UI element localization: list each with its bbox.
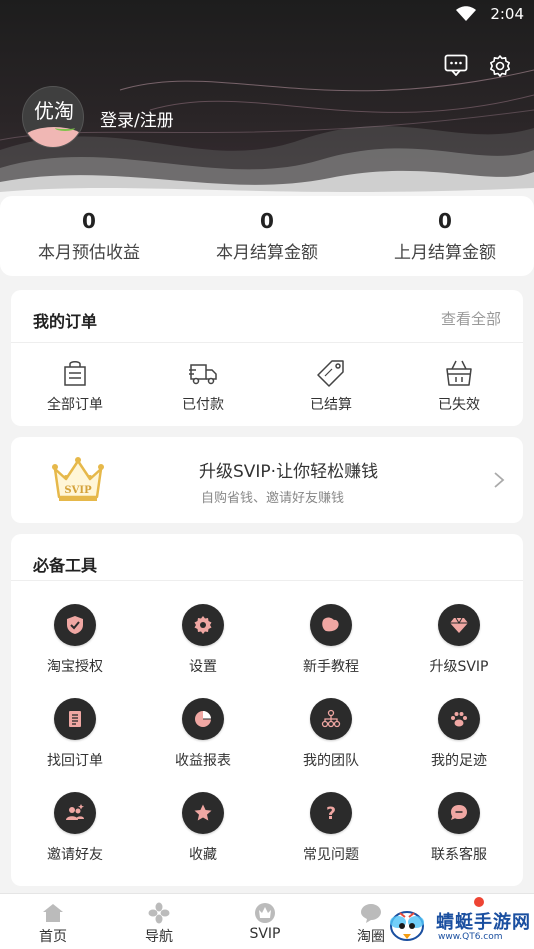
diamond-icon bbox=[450, 617, 468, 633]
invite-users-icon bbox=[66, 804, 84, 820]
tool-taobao-authorize[interactable]: 淘宝授权 bbox=[11, 604, 139, 676]
tool-my-footprint[interactable]: 我的足迹 bbox=[395, 698, 523, 770]
nav-svip[interactable]: SVIP bbox=[212, 902, 318, 942]
pie-chart-icon bbox=[195, 711, 211, 727]
document-icon bbox=[69, 711, 81, 727]
tool-earnings-report[interactable]: 收益报表 bbox=[139, 698, 267, 770]
chat-icon bbox=[451, 805, 467, 820]
heart-icon bbox=[322, 617, 339, 632]
tool-label: 常见问题 bbox=[303, 847, 359, 863]
settings-gear-icon[interactable] bbox=[488, 54, 512, 78]
tool-faq[interactable]: ? 常见问题 bbox=[267, 792, 395, 864]
earnings-summary: 0 本月预估收益 0 本月结算金额 0 上月结算金额 bbox=[0, 196, 534, 276]
tool-label: 联系客服 bbox=[431, 847, 487, 863]
nav-label: SVIP bbox=[249, 926, 281, 942]
order-label: 已付款 bbox=[182, 397, 224, 413]
tag-icon bbox=[317, 360, 344, 387]
tool-label: 新手教程 bbox=[303, 659, 359, 675]
home-icon bbox=[43, 904, 63, 922]
status-time: 2:04 bbox=[490, 5, 524, 23]
watermark-url: www.QT6.com bbox=[438, 932, 503, 942]
site-watermark: 蜻蜓手游网 www.QT6.com bbox=[384, 900, 534, 949]
my-orders-card: 我的订单 查看全部 全部订单 已付款 已结算 已失效 bbox=[11, 290, 523, 426]
avatar-logo-shape bbox=[23, 127, 83, 147]
wifi-icon bbox=[456, 6, 476, 21]
shield-check-icon bbox=[67, 616, 83, 634]
svip-upgrade-banner[interactable]: SVIP 升级SVIP·让你轻松赚钱 自购省钱、邀请好友赚钱 bbox=[11, 437, 523, 523]
login-register-link[interactable]: 登录/注册 bbox=[100, 106, 174, 131]
chevron-right-icon bbox=[494, 472, 505, 488]
status-bar: 2:04 bbox=[0, 0, 534, 30]
stat-estimated-this-month[interactable]: 0 本月预估收益 bbox=[0, 208, 178, 263]
team-hierarchy-icon bbox=[321, 709, 341, 728]
tool-invite-friends[interactable]: 邀请好友 bbox=[11, 792, 139, 864]
nav-label: 首页 bbox=[39, 929, 67, 945]
tool-label: 收藏 bbox=[189, 847, 217, 863]
paw-icon bbox=[451, 712, 467, 727]
crown-icon bbox=[255, 903, 275, 923]
stat-label: 本月结算金额 bbox=[216, 243, 318, 263]
stat-value: 0 bbox=[438, 209, 452, 233]
delivery-truck-icon bbox=[189, 364, 217, 385]
order-tab-settled[interactable]: 已结算 bbox=[267, 358, 395, 414]
order-label: 已结算 bbox=[310, 397, 352, 413]
order-tab-expired[interactable]: 已失效 bbox=[395, 358, 523, 414]
tool-label: 我的足迹 bbox=[431, 753, 487, 769]
tool-my-team[interactable]: 我的团队 bbox=[267, 698, 395, 770]
divider bbox=[11, 580, 523, 581]
tool-label: 邀请好友 bbox=[47, 847, 103, 863]
shopping-bag-icon bbox=[64, 361, 86, 386]
nav-navigation[interactable]: 导航 bbox=[106, 902, 212, 946]
tool-label: 我的团队 bbox=[303, 753, 359, 769]
tool-upgrade-svip[interactable]: 升级SVIP bbox=[395, 604, 523, 676]
orders-title: 我的订单 bbox=[33, 312, 98, 331]
message-icon[interactable] bbox=[444, 54, 468, 76]
tool-label: 升级SVIP bbox=[429, 659, 489, 675]
tool-label: 找回订单 bbox=[47, 753, 103, 769]
svip-subtitle: 自购省钱、邀请好友赚钱 bbox=[201, 491, 345, 506]
tool-label: 淘宝授权 bbox=[47, 659, 103, 675]
avatar[interactable]: 优淘 bbox=[22, 86, 84, 148]
stat-settled-this-month[interactable]: 0 本月结算金额 bbox=[178, 208, 356, 263]
stat-label: 本月预估收益 bbox=[38, 243, 140, 263]
svip-crown-icon: SVIP bbox=[52, 457, 104, 501]
avatar-leaf-mark bbox=[55, 125, 75, 131]
tool-beginner-tutorial[interactable]: 新手教程 bbox=[267, 604, 395, 676]
nav-home[interactable]: 首页 bbox=[0, 902, 106, 946]
dragonfly-logo-icon bbox=[390, 911, 424, 941]
tool-favorites[interactable]: 收藏 bbox=[139, 792, 267, 864]
avatar-logo-text: 优淘 bbox=[34, 99, 74, 123]
svg-text:?: ? bbox=[326, 804, 336, 823]
bubble-icon bbox=[361, 904, 381, 923]
tools-title: 必备工具 bbox=[33, 556, 98, 575]
stat-value: 0 bbox=[260, 209, 274, 233]
watermark-text: 蜻蜓手游网 bbox=[436, 912, 531, 933]
stat-settled-last-month[interactable]: 0 上月结算金额 bbox=[356, 208, 534, 263]
essential-tools-card: 必备工具 淘宝授权 设置 新手教程 升级SVIP 找回订单 收益报表 我的团队 … bbox=[11, 534, 523, 886]
basket-icon bbox=[446, 360, 472, 386]
stat-value: 0 bbox=[82, 209, 96, 233]
tool-label: 收益报表 bbox=[175, 753, 231, 769]
star-icon bbox=[194, 804, 212, 821]
profile-header: 2:04 优淘 登录/注册 bbox=[0, 0, 534, 200]
order-tab-paid[interactable]: 已付款 bbox=[139, 358, 267, 414]
clover-icon bbox=[148, 902, 170, 924]
order-label: 全部订单 bbox=[47, 397, 103, 413]
stat-label: 上月结算金额 bbox=[394, 243, 496, 263]
gear-icon bbox=[194, 616, 212, 634]
tool-label: 设置 bbox=[189, 659, 217, 675]
question-icon: ? bbox=[326, 804, 336, 823]
view-all-orders-link[interactable]: 查看全部 bbox=[441, 308, 501, 329]
nav-label: 导航 bbox=[145, 929, 173, 945]
svip-badge-text: SVIP bbox=[64, 485, 92, 496]
tool-contact-support[interactable]: 联系客服 bbox=[395, 792, 523, 864]
divider bbox=[11, 342, 523, 343]
order-tab-all[interactable]: 全部订单 bbox=[11, 358, 139, 414]
tool-retrieve-order[interactable]: 找回订单 bbox=[11, 698, 139, 770]
order-label: 已失效 bbox=[438, 397, 480, 413]
tool-settings[interactable]: 设置 bbox=[139, 604, 267, 676]
svip-title: 升级SVIP·让你轻松赚钱 bbox=[199, 462, 379, 482]
